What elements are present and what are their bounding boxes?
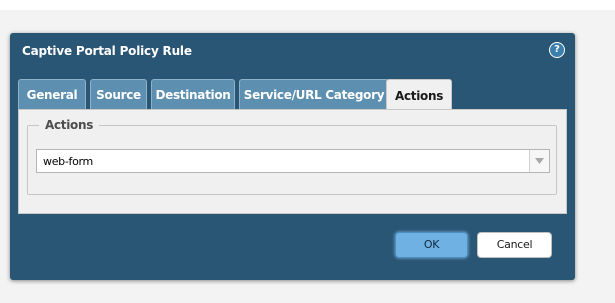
tab-general[interactable]: General — [18, 79, 86, 109]
tab-service-url-category[interactable]: Service/URL Category — [239, 79, 389, 109]
tab-actions[interactable]: Actions — [386, 79, 452, 111]
action-select-value: web-form — [43, 155, 93, 168]
dropdown-arrow-button[interactable] — [529, 150, 549, 172]
help-icon[interactable]: ? — [549, 42, 565, 58]
chevron-down-icon — [535, 158, 544, 164]
actions-legend: Actions — [39, 118, 100, 132]
actions-tab-panel: Actions web-form — [18, 109, 567, 214]
ok-button[interactable]: OK — [395, 232, 468, 258]
actions-fieldset: Actions web-form — [27, 118, 557, 195]
captive-portal-policy-dialog: Captive Portal Policy Rule ? General Sou… — [10, 33, 575, 280]
tab-source[interactable]: Source — [90, 79, 147, 109]
cancel-button[interactable]: Cancel — [477, 232, 552, 258]
action-select[interactable]: web-form — [36, 149, 550, 173]
page-top-strip — [0, 0, 615, 10]
dialog-title: Captive Portal Policy Rule — [22, 44, 192, 58]
tab-destination[interactable]: Destination — [151, 79, 235, 109]
